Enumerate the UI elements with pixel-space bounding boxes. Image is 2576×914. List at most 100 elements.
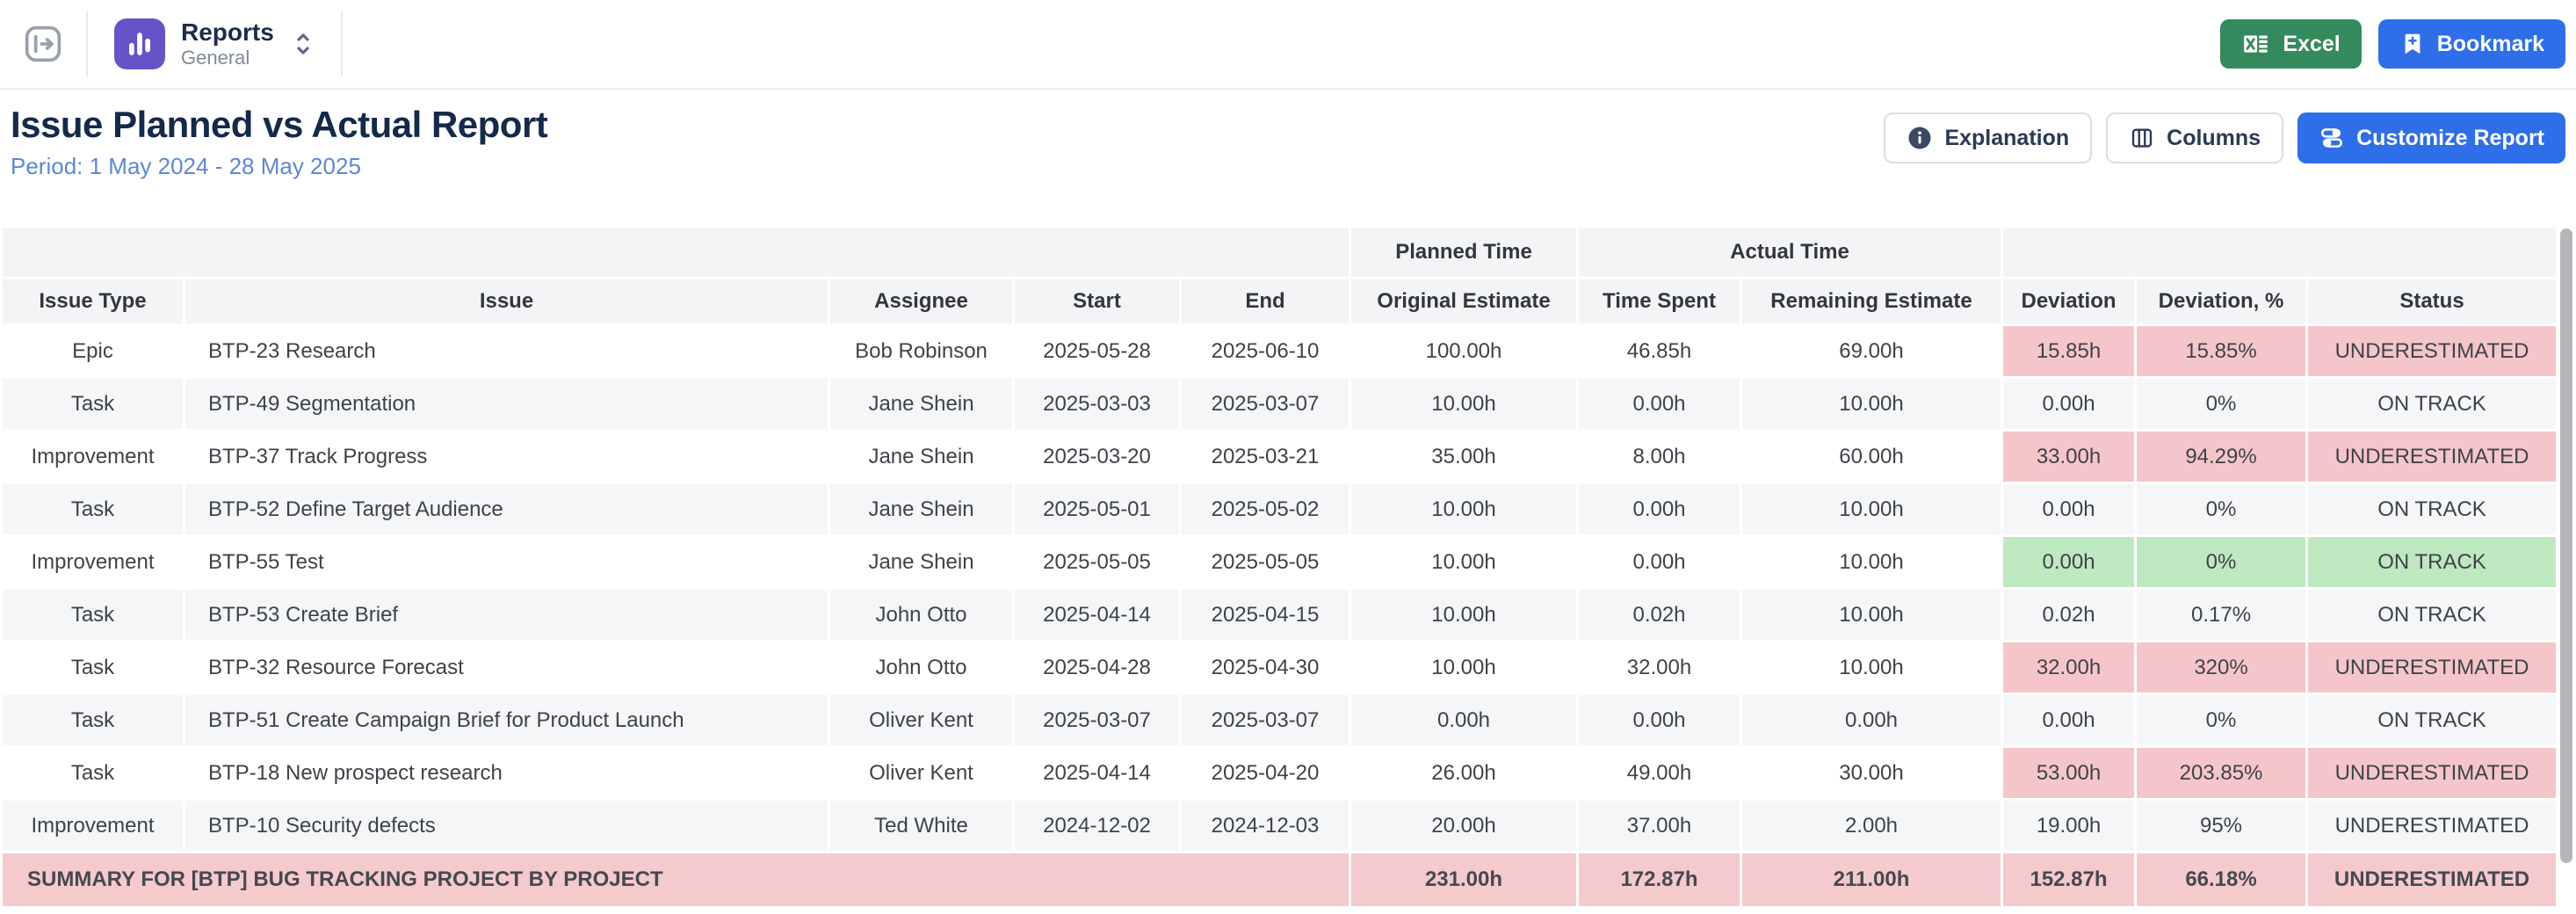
group-header-cell [3, 228, 1349, 277]
cell-end: 2025-04-30 [1182, 642, 1349, 693]
topbar: Reports General Excel [0, 0, 2576, 90]
cell-deviation: 19.00h [2003, 801, 2134, 851]
columns-button[interactable]: Columns [2106, 112, 2283, 163]
customize-report-button[interactable]: Customize Report [2297, 112, 2565, 163]
cell-remaining_estimate: 30.00h [1742, 748, 2001, 798]
cell-status: UNDERESTIMATED [2308, 642, 2556, 693]
cell-deviation_pct: 0.17% [2137, 590, 2305, 640]
cell-end: 2025-03-07 [1182, 379, 1349, 429]
vertical-scrollbar[interactable] [2560, 228, 2572, 863]
cell-issue: BTP-10 Security defects [185, 801, 828, 851]
report-table-container: Planned TimeActual Time Issue TypeIssueA… [0, 225, 2576, 909]
cell-assignee: Jane Shein [830, 432, 1012, 482]
cell-end: 2025-03-21 [1182, 432, 1349, 482]
cell-original_estimate: 10.00h [1351, 537, 1576, 587]
cell-remaining_estimate: 10.00h [1742, 590, 2001, 640]
cell-end: 2025-04-20 [1182, 748, 1349, 798]
table-row: TaskBTP-18 New prospect researchOliver K… [3, 748, 2556, 798]
summary-deviation_pct: 66.18% [2137, 853, 2305, 906]
report-actions: Explanation Columns Customi [1884, 112, 2565, 163]
planned-vs-actual-table: Planned TimeActual Time Issue TypeIssueA… [0, 225, 2558, 909]
group-header-cell [2003, 228, 2556, 277]
cell-deviation: 33.00h [2003, 432, 2134, 482]
excel-export-button[interactable]: Excel [2220, 19, 2361, 69]
column-header-issue: Issue [185, 279, 828, 323]
cell-assignee: John Otto [830, 642, 1012, 693]
cell-issue: BTP-18 New prospect research [185, 748, 828, 798]
cell-time_spent: 0.00h [1579, 379, 1740, 429]
cell-end: 2024-12-03 [1182, 801, 1349, 851]
selector-title: Reports [181, 18, 274, 47]
excel-button-label: Excel [2283, 32, 2340, 57]
cell-deviation: 0.00h [2003, 695, 2134, 745]
report-type-selector[interactable]: Reports General [88, 18, 341, 69]
cell-start: 2025-05-28 [1015, 326, 1179, 376]
cell-end: 2025-03-07 [1182, 695, 1349, 745]
cell-original_estimate: 10.00h [1351, 379, 1576, 429]
column-header-deviation_pct: Deviation, % [2137, 279, 2305, 323]
cell-issue: BTP-49 Segmentation [185, 379, 828, 429]
expand-panel-button[interactable] [19, 20, 67, 68]
explanation-button-label: Explanation [1944, 126, 2069, 151]
cell-original_estimate: 10.00h [1351, 642, 1576, 693]
cell-deviation: 0.02h [2003, 590, 2134, 640]
cell-original_estimate: 0.00h [1351, 695, 1576, 745]
cell-deviation: 53.00h [2003, 748, 2134, 798]
sliders-icon [2319, 125, 2345, 151]
table-row: TaskBTP-32 Resource ForecastJohn Otto202… [3, 642, 2556, 693]
cell-end: 2025-05-05 [1182, 537, 1349, 587]
cell-status: ON TRACK [2308, 379, 2556, 429]
cell-assignee: Ted White [830, 801, 1012, 851]
bar-chart-icon [114, 18, 165, 69]
cell-status: ON TRACK [2308, 590, 2556, 640]
column-header-status: Status [2308, 279, 2556, 323]
cell-deviation: 32.00h [2003, 642, 2134, 693]
column-header-type: Issue Type [3, 279, 183, 323]
cell-time_spent: 0.02h [1579, 590, 1740, 640]
explanation-button[interactable]: Explanation [1884, 112, 2092, 163]
cell-time_spent: 49.00h [1579, 748, 1740, 798]
cell-deviation: 0.00h [2003, 379, 2134, 429]
cell-start: 2025-03-03 [1015, 379, 1179, 429]
cell-time_spent: 32.00h [1579, 642, 1740, 693]
cell-end: 2025-05-02 [1182, 484, 1349, 534]
cell-type: Improvement [3, 537, 183, 587]
cell-deviation_pct: 15.85% [2137, 326, 2305, 376]
cell-type: Improvement [3, 432, 183, 482]
cell-start: 2025-05-05 [1015, 537, 1179, 587]
cell-status: ON TRACK [2308, 484, 2556, 534]
cell-original_estimate: 26.00h [1351, 748, 1576, 798]
table-row: ImprovementBTP-55 TestJane Shein2025-05-… [3, 537, 2556, 587]
table-row: EpicBTP-23 ResearchBob Robinson2025-05-2… [3, 326, 2556, 376]
cell-assignee: Jane Shein [830, 537, 1012, 587]
cell-start: 2025-03-07 [1015, 695, 1179, 745]
summary-label: SUMMARY FOR [BTP] BUG TRACKING PROJECT B… [3, 853, 1349, 906]
cell-original_estimate: 10.00h [1351, 590, 1576, 640]
cell-assignee: Bob Robinson [830, 326, 1012, 376]
cell-issue: BTP-53 Create Brief [185, 590, 828, 640]
table-row: TaskBTP-49 SegmentationJane Shein2025-03… [3, 379, 2556, 429]
cell-status: UNDERESTIMATED [2308, 801, 2556, 851]
column-header-original_estimate: Original Estimate [1351, 279, 1576, 323]
cell-type: Task [3, 695, 183, 745]
cell-deviation: 0.00h [2003, 537, 2134, 587]
cell-type: Task [3, 748, 183, 798]
cell-deviation: 15.85h [2003, 326, 2134, 376]
cell-remaining_estimate: 0.00h [1742, 695, 2001, 745]
group-header-cell: Actual Time [1579, 228, 2001, 277]
summary-row: SUMMARY FOR [BTP] BUG TRACKING PROJECT B… [3, 853, 2556, 906]
cell-status: UNDERESTIMATED [2308, 326, 2556, 376]
cell-issue: BTP-23 Research [185, 326, 828, 376]
cell-start: 2025-04-14 [1015, 748, 1179, 798]
summary-time_spent: 172.87h [1579, 853, 1740, 906]
cell-assignee: Oliver Kent [830, 695, 1012, 745]
summary-deviation: 152.87h [2003, 853, 2134, 906]
column-header-assignee: Assignee [830, 279, 1012, 323]
expand-panel-icon [21, 22, 65, 66]
cell-type: Improvement [3, 801, 183, 851]
cell-assignee: Oliver Kent [830, 748, 1012, 798]
cell-original_estimate: 20.00h [1351, 801, 1576, 851]
cell-remaining_estimate: 10.00h [1742, 484, 2001, 534]
group-header-row: Planned TimeActual Time [3, 228, 2556, 277]
bookmark-button[interactable]: Bookmark [2378, 19, 2565, 69]
